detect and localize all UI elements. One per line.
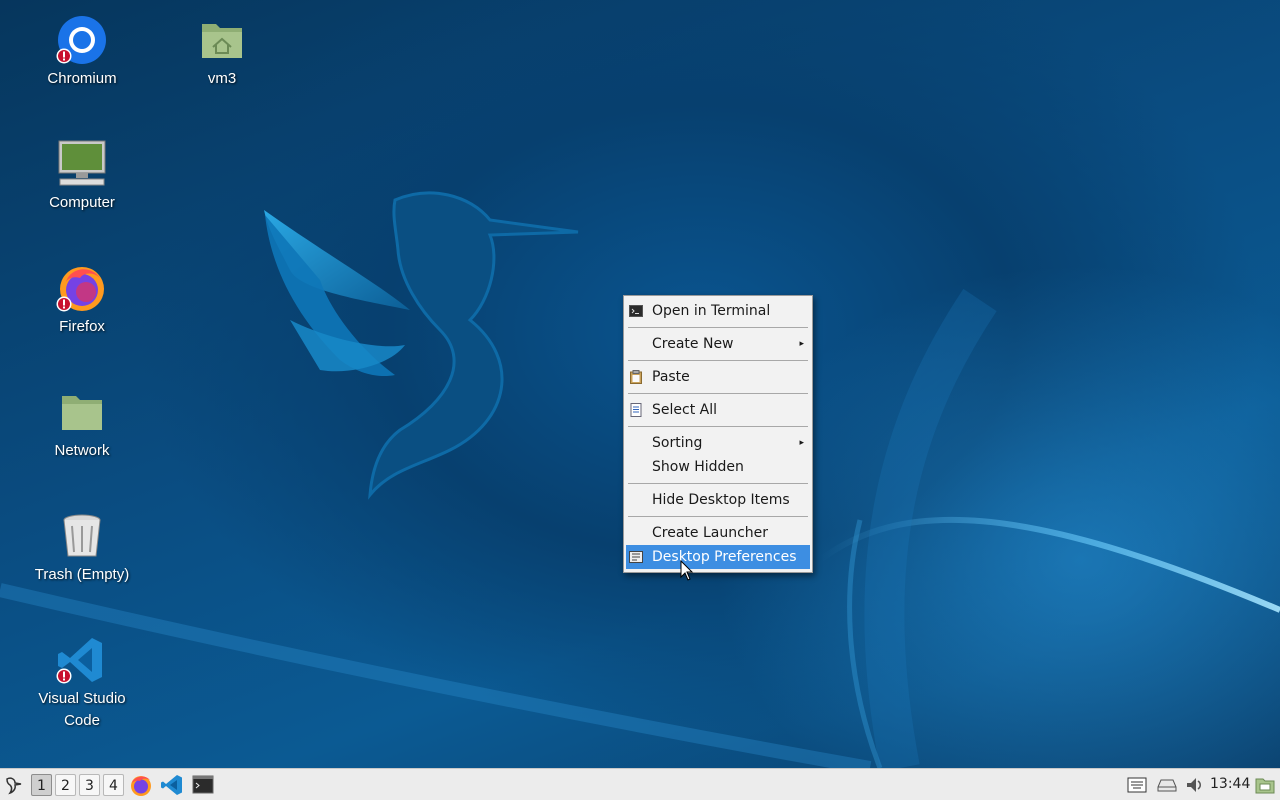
desktop-icon-home-folder[interactable]: vm3 — [152, 14, 292, 90]
select-all-icon — [630, 403, 642, 417]
preferences-icon — [629, 551, 643, 563]
menu-separator — [628, 360, 808, 361]
menu-item-paste[interactable]: Paste — [624, 365, 812, 389]
desktop-icon-label: Trash (Empty) — [34, 566, 130, 583]
warning-badge-icon — [56, 668, 72, 684]
firefox-launcher-icon[interactable] — [129, 773, 153, 797]
workspace-button-1[interactable]: 1 — [31, 774, 52, 796]
menu-item-label: Desktop Preferences — [652, 549, 797, 565]
menu-item-label: Open in Terminal — [652, 303, 771, 319]
volume-icon[interactable] — [1184, 773, 1206, 797]
menu-separator — [628, 483, 808, 484]
desktop-icon-label: vm3 — [207, 70, 237, 87]
keyboard-layout-icon[interactable] — [1126, 773, 1148, 797]
trash-icon — [56, 510, 108, 562]
taskbar: 1 2 3 4 13:44 — [0, 768, 1280, 800]
drive-icon[interactable] — [1155, 773, 1179, 797]
menu-item-label: Sorting — [652, 435, 703, 451]
firefox-icon — [56, 262, 108, 314]
menu-item-label: Paste — [652, 369, 690, 385]
workspace-button-2[interactable]: 2 — [55, 774, 76, 796]
desktop-icon-firefox[interactable]: Firefox — [12, 262, 152, 338]
menu-item-open-in-terminal[interactable]: Open in Terminal — [624, 299, 812, 323]
desktop-icon-computer[interactable]: Computer — [12, 138, 152, 214]
menu-separator — [628, 327, 808, 328]
menu-item-sorting[interactable]: Sorting ▸ — [624, 431, 812, 455]
mouse-pointer-icon — [680, 560, 694, 581]
desktop-icon-label: Firefox — [59, 318, 105, 335]
desktop-context-menu: Open in Terminal Create New ▸ Paste Sele… — [623, 295, 813, 573]
menu-item-hide-desktop-items[interactable]: Hide Desktop Items — [624, 488, 812, 512]
warning-badge-icon — [56, 296, 72, 312]
start-menu-icon[interactable] — [3, 773, 25, 797]
terminal-launcher-icon[interactable] — [191, 773, 215, 797]
home-folder-icon — [196, 14, 248, 66]
desktop[interactable]: Chromium vm3 Computer Firefox Network Tr… — [0, 0, 1280, 768]
menu-item-create-new[interactable]: Create New ▸ — [624, 332, 812, 356]
vscode-icon — [56, 634, 108, 686]
submenu-arrow-icon: ▸ — [799, 438, 804, 448]
taskbar-clock[interactable]: 13:44 — [1210, 769, 1250, 800]
chromium-icon — [56, 14, 108, 66]
menu-separator — [628, 393, 808, 394]
warning-badge-icon — [56, 48, 72, 64]
desktop-icon-label: Visual Studio — [38, 690, 126, 707]
terminal-icon — [629, 305, 643, 317]
workspace-button-4[interactable]: 4 — [103, 774, 124, 796]
desktop-icon-label: Code — [64, 712, 100, 729]
clipboard-icon — [630, 370, 642, 384]
menu-item-label: Create New — [652, 336, 734, 352]
desktop-icon-label: Network — [54, 442, 110, 459]
menu-item-label: Show Hidden — [652, 459, 744, 475]
menu-item-show-hidden[interactable]: Show Hidden — [624, 455, 812, 479]
submenu-arrow-icon: ▸ — [799, 339, 804, 349]
menu-item-desktop-preferences[interactable]: Desktop Preferences — [626, 545, 810, 569]
desktop-icon-chromium[interactable]: Chromium — [12, 14, 152, 90]
menu-item-label: Hide Desktop Items — [652, 492, 790, 508]
desktop-icon-vscode[interactable]: Visual Studio Code — [12, 634, 152, 732]
menu-separator — [628, 426, 808, 427]
computer-icon — [56, 138, 108, 190]
menu-item-create-launcher[interactable]: Create Launcher — [624, 521, 812, 545]
vscode-launcher-icon[interactable] — [160, 773, 184, 797]
menu-item-select-all[interactable]: Select All — [624, 398, 812, 422]
network-folder-icon — [56, 386, 108, 438]
desktop-icon-network[interactable]: Network — [12, 386, 152, 462]
workspace-button-3[interactable]: 3 — [79, 774, 100, 796]
desktop-icon-trash[interactable]: Trash (Empty) — [12, 510, 152, 586]
menu-separator — [628, 516, 808, 517]
desktop-icon-label: Computer — [49, 194, 115, 211]
menu-item-label: Create Launcher — [652, 525, 769, 541]
show-desktop-icon[interactable] — [1254, 773, 1276, 797]
menu-item-label: Select All — [652, 402, 717, 418]
desktop-icon-label: Chromium — [47, 70, 117, 87]
